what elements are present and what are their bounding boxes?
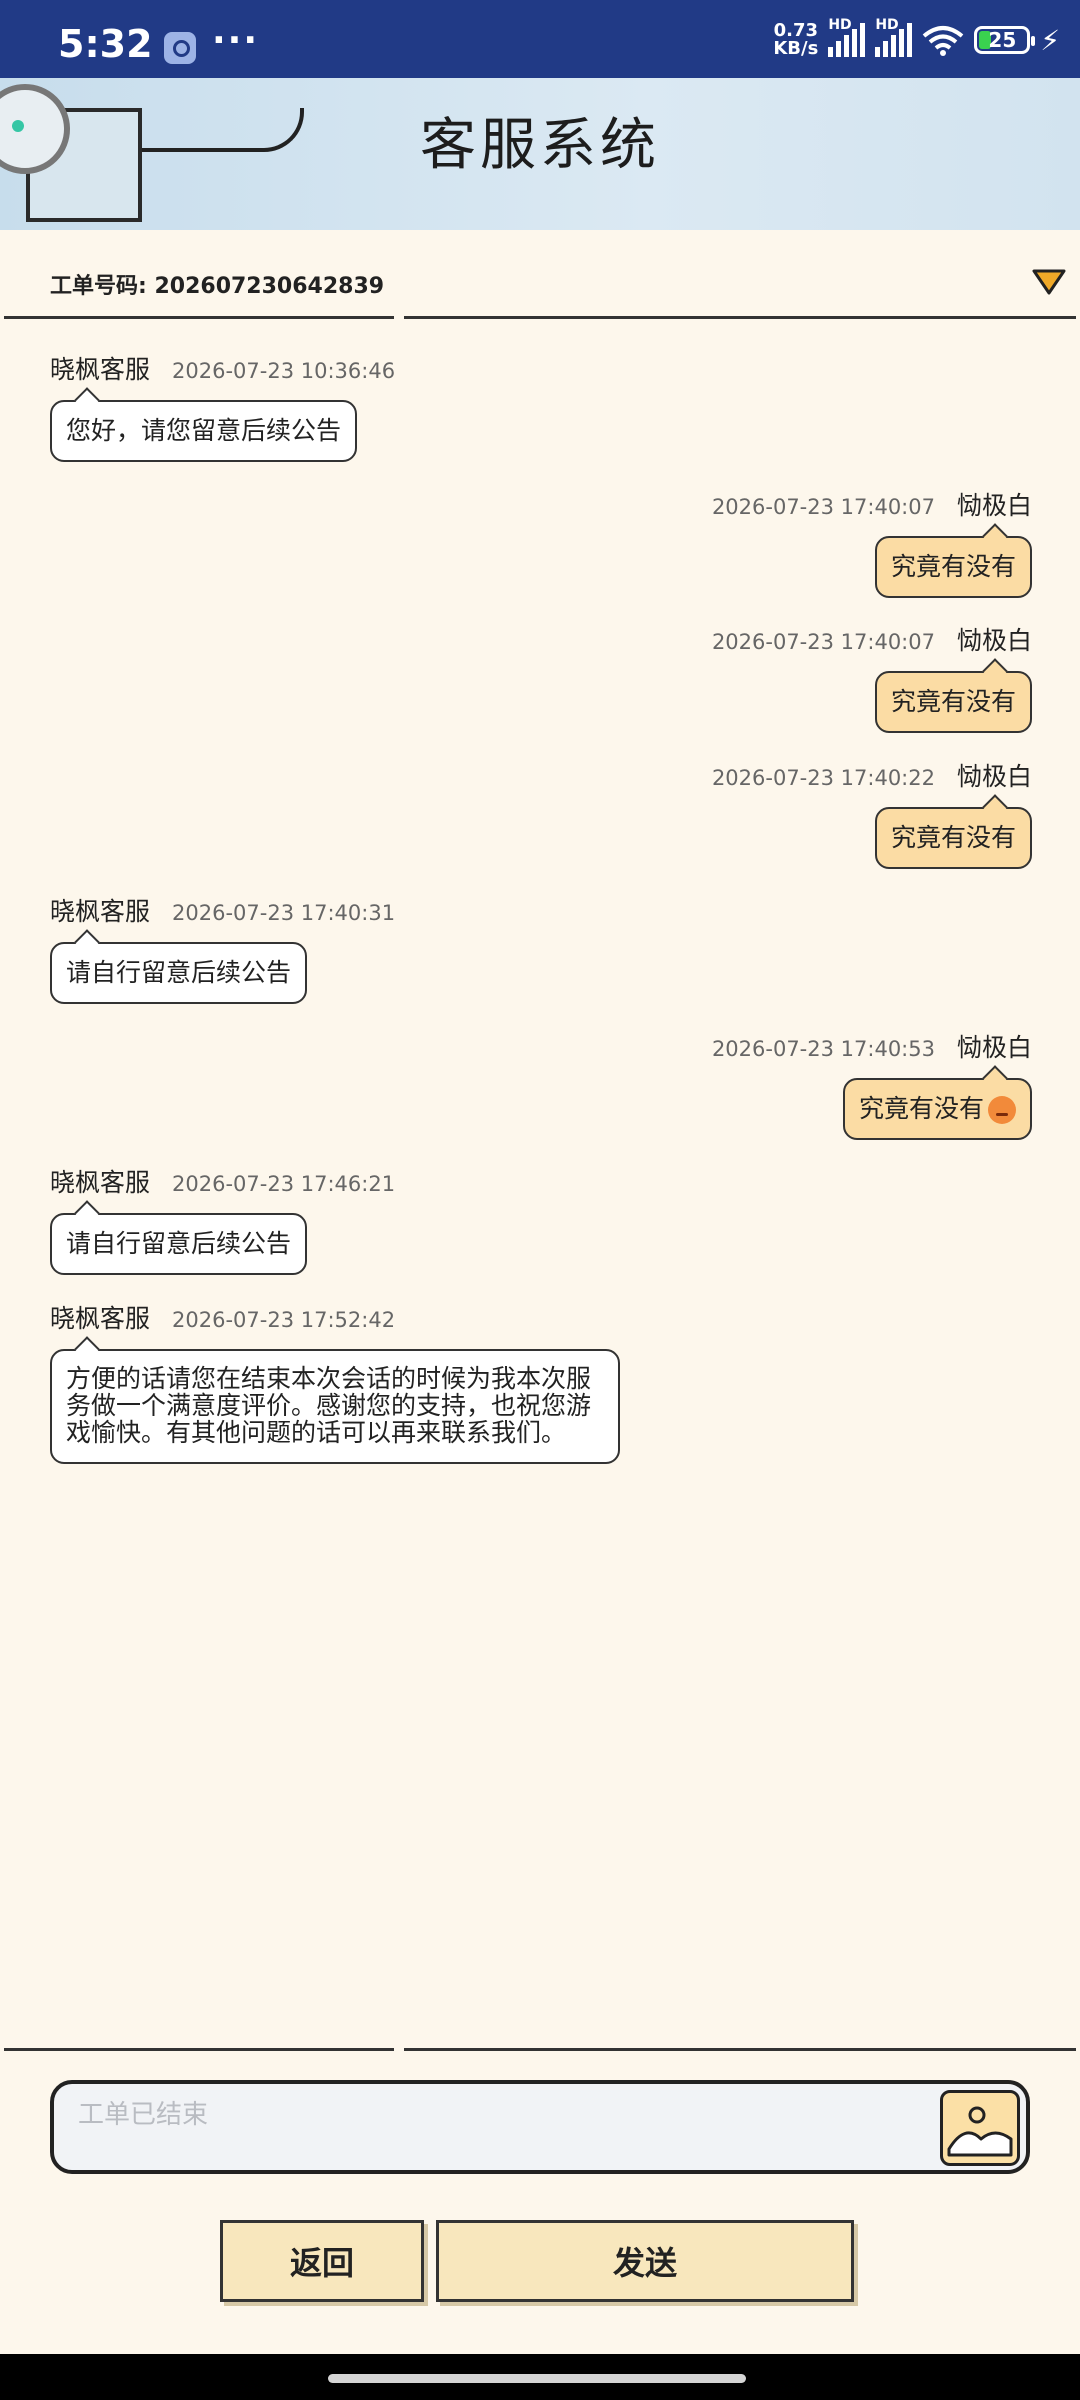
page-title: 客服系统 xyxy=(420,113,660,178)
message-bubble: 究竟有没有 xyxy=(874,807,1032,869)
battery-icon: 25 xyxy=(974,26,1036,54)
message-time: 2026-07-23 17:52:42 xyxy=(172,1308,396,1332)
triangle-down-icon[interactable] xyxy=(1032,268,1066,296)
message-bubble: 请自行留意后续公告 xyxy=(50,1213,308,1275)
sender-name: 恸极白 xyxy=(956,762,1032,791)
message-time: 2026-07-23 10:36:46 xyxy=(172,359,396,383)
message-text: 究竟有没有 xyxy=(858,1094,984,1123)
message-time: 2026-07-23 17:40:07 xyxy=(711,495,935,519)
back-button[interactable]: 返回 xyxy=(220,2220,424,2302)
message-time: 2026-07-23 17:40:07 xyxy=(711,630,935,654)
message-user: 恸极白 2026-07-23 17:40:53 究竟有没有 xyxy=(712,1028,1032,1140)
sender-name: 恸极白 xyxy=(956,491,1032,520)
image-icon[interactable] xyxy=(940,2090,1020,2166)
message-bubble: 究竟有没有 xyxy=(842,1078,1032,1140)
message-agent: 晓枫客服 2026-07-23 10:36:46 您好，请您留意后续公告 xyxy=(50,350,395,462)
message-time: 2026-07-23 17:40:22 xyxy=(711,766,935,790)
message-time: 2026-07-23 17:40:31 xyxy=(172,901,396,925)
sender-name: 晓枫客服 xyxy=(50,897,151,926)
message-input[interactable] xyxy=(76,2094,920,2136)
sender-name: 恸极白 xyxy=(956,626,1032,655)
network-speed-unit: KB/s xyxy=(773,38,819,59)
message-agent: 晓枫客服 2026-07-23 17:40:31 请自行留意后续公告 xyxy=(50,892,395,1004)
sender-name: 恸极白 xyxy=(956,1033,1032,1062)
status-icons: 0.73 KB/s HD HD 25 ⚡ xyxy=(773,17,1060,62)
status-time: 5:32 xyxy=(58,22,153,66)
message-user: 恸极白 2026-07-23 17:40:07 究竟有没有 xyxy=(712,621,1032,733)
message-bubble: 方便的话请您在结束本次会话的时候为我本次服务做一个满意度评价。感谢您的支持，也祝… xyxy=(50,1349,620,1464)
gesture-bar xyxy=(0,2354,1080,2400)
app-notification-icon xyxy=(164,32,196,64)
ticket-number: 工单号码: 202607230642839 xyxy=(50,274,385,299)
divider-bottom xyxy=(4,2047,1076,2052)
message-bubble: 究竟有没有 xyxy=(874,671,1032,733)
angry-face-icon xyxy=(988,1096,1016,1124)
message-time: 2026-07-23 17:46:21 xyxy=(172,1172,396,1196)
message-user: 恸极白 2026-07-23 17:40:22 究竟有没有 xyxy=(712,757,1032,869)
sender-name: 晓枫客服 xyxy=(50,1304,151,1333)
message-time: 2026-07-23 17:40:53 xyxy=(711,1037,935,1061)
message-input-box xyxy=(50,2080,1030,2174)
send-button[interactable]: 发送 xyxy=(436,2220,854,2302)
header: 客服系统 xyxy=(0,78,1080,230)
hd-label-1: HD xyxy=(828,17,852,33)
message-agent: 晓枫客服 2026-07-23 17:46:21 请自行留意后续公告 xyxy=(50,1163,395,1275)
message-user: 恸极白 2026-07-23 17:40:07 究竟有没有 xyxy=(712,486,1032,598)
signal-1-icon: HD xyxy=(828,17,866,57)
network-speed: 0.73 KB/s xyxy=(773,22,818,58)
more-notifications-icon: ··· xyxy=(212,20,260,61)
message-agent: 晓枫客服 2026-07-23 17:52:42 方便的话请您在结束本次会话的时候… xyxy=(50,1299,620,1464)
message-bubble: 请自行留意后续公告 xyxy=(50,942,308,1004)
battery-level: 25 xyxy=(988,28,1017,52)
wifi-icon xyxy=(922,24,964,56)
status-bar: 5:32 ··· 0.73 KB/s HD HD 25 ⚡ xyxy=(0,0,1080,78)
sender-name: 晓枫客服 xyxy=(50,355,151,384)
charging-icon: ⚡ xyxy=(1040,23,1060,57)
message-bubble: 究竟有没有 xyxy=(874,536,1032,598)
divider-top xyxy=(4,315,1076,320)
signal-2-icon: HD xyxy=(875,17,913,57)
sender-name: 晓枫客服 xyxy=(50,1168,151,1197)
hd-label-2: HD xyxy=(875,17,899,33)
home-indicator[interactable] xyxy=(328,2374,746,2383)
message-bubble: 您好，请您留意后续公告 xyxy=(50,400,358,462)
